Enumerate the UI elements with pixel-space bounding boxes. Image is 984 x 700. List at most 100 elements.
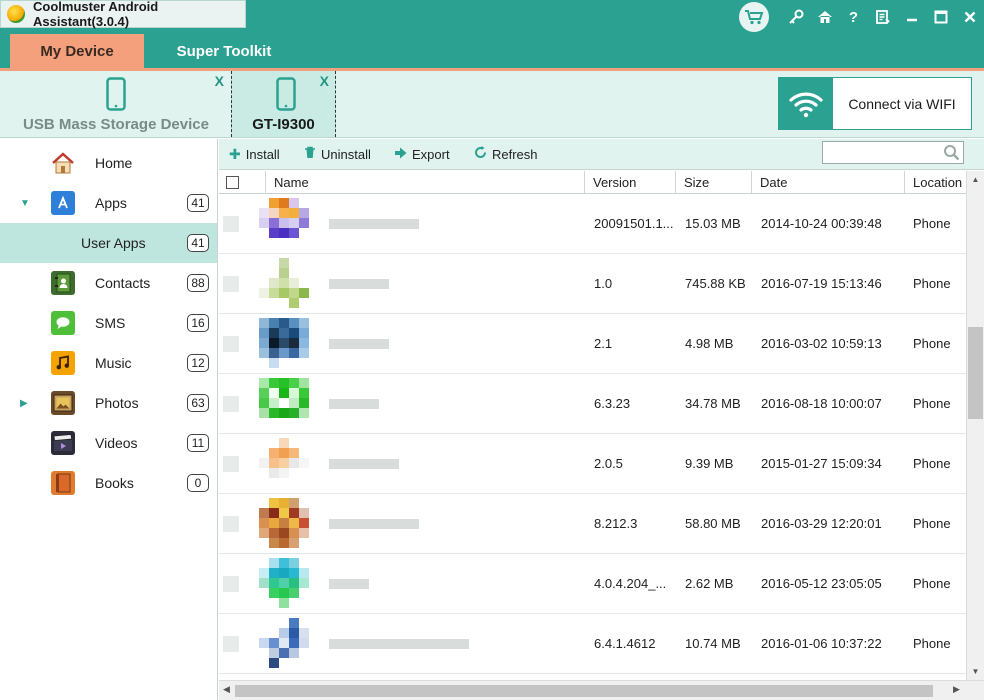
scroll-down-arrow-icon[interactable]: ▼ [967,667,984,676]
export-button[interactable]: Export [394,146,450,162]
apps-table: 20091501.1... 15.03 MB 2014-10-24 00:39:… [219,194,966,680]
table-row[interactable]: 4.0.4.204_... 2.62 MB 2016-05-12 23:05:0… [219,554,966,614]
app-name-blurred [329,614,579,674]
sidebar-item-home[interactable]: Home [0,143,217,183]
trash-icon [304,146,316,162]
row-checkbox[interactable] [223,554,239,614]
table-row[interactable]: 6.4.1.4612 10.74 MB 2016-01-06 10:37:22 … [219,614,966,674]
sidebar-item-user-apps[interactable]: User Apps 41 [0,223,217,263]
app-location: Phone [913,516,951,531]
row-checkbox[interactable] [223,614,239,674]
app-size: 34.78 MB [685,396,741,411]
column-header-version[interactable]: Version [584,171,675,194]
app-name-blurred [329,554,579,614]
contacts-icon [51,271,75,295]
column-header-location[interactable]: Location [904,171,966,194]
app-logo-icon [7,5,25,23]
app-name-blurred [329,314,579,374]
horizontal-scroll-thumb[interactable] [235,685,933,697]
videos-icon [51,431,75,455]
close-device-usb-icon[interactable]: X [215,73,224,89]
table-row[interactable]: 6.3.23 34.78 MB 2016-08-18 10:00:07 Phon… [219,374,966,434]
row-checkbox[interactable] [223,434,239,494]
app-icon [259,254,323,314]
sidebar-item-label: Apps [95,195,127,211]
tab-my-device[interactable]: My Device [10,34,144,68]
app-icon [259,434,323,494]
app-icon [259,614,323,674]
expanded-arrow-icon[interactable]: ▼ [20,198,30,209]
refresh-icon [474,146,487,162]
home-icon[interactable] [810,0,839,34]
music-icon [51,351,75,375]
vertical-scroll-thumb[interactable] [968,327,983,419]
row-checkbox[interactable] [223,374,239,434]
table-row[interactable]: 1.0 745.88 KB 2016-07-19 15:13:46 Phone [219,254,966,314]
apps-icon [51,191,75,215]
sidebar-item-label: Home [95,155,133,171]
select-all-checkbox[interactable] [219,171,265,194]
scroll-left-arrow-icon[interactable]: ◀ [223,684,230,695]
row-checkbox[interactable] [223,254,239,314]
feedback-icon[interactable] [868,0,897,34]
connect-via-wifi-button[interactable]: Connect via WIFI [778,77,972,130]
table-row[interactable]: 2.0.5 9.39 MB 2015-01-27 15:09:34 Phone [219,434,966,494]
sidebar-item-label: Contacts [95,275,151,291]
horizontal-scrollbar[interactable]: ◀ ▶ [219,680,984,700]
refresh-button[interactable]: Refresh [474,146,538,162]
app-version: 8.212.3 [594,516,638,531]
column-header-date[interactable]: Date [751,171,904,194]
row-checkbox[interactable] [223,494,239,554]
uninstall-button[interactable]: Uninstall [304,146,371,162]
scroll-right-arrow-icon[interactable]: ▶ [953,684,960,695]
help-icon[interactable]: ? [839,0,868,34]
app-toolbar: ✚ Install Uninstall Export Refresh [219,139,984,170]
app-version: 1.0 [594,276,613,291]
column-header-size[interactable]: Size [675,171,751,194]
window-title: Coolmuster Android Assistant(3.0.4) [33,0,159,29]
sidebar-item-apps[interactable]: ▼ Apps 41 [0,183,217,223]
export-label: Export [412,146,450,162]
scroll-up-arrow-icon[interactable]: ▲ [967,175,984,184]
cart-icon[interactable] [739,2,769,32]
table-row[interactable]: 8.212.3 58.80 MB 2016-03-29 12:20:01 Pho… [219,494,966,554]
app-location: Phone [913,576,951,591]
device-gt-i9300[interactable]: X GT-I9300 [231,71,336,137]
vertical-scrollbar[interactable]: ▲ ▼ [966,171,984,680]
column-header-name[interactable]: Name [265,171,584,194]
wifi-icon [779,78,833,129]
tab-super-toolkit[interactable]: Super Toolkit [150,34,298,68]
sidebar-item-contacts[interactable]: Contacts 88 [0,263,217,303]
sidebar-item-books[interactable]: Books 0 [0,463,217,503]
row-checkbox[interactable] [223,194,239,254]
device-usb-mass-storage[interactable]: X USB Mass Storage Device [0,71,228,137]
sidebar-item-music[interactable]: Music 12 [0,343,217,383]
app-name-blurred [329,374,579,434]
app-size: 745.88 KB [685,276,746,291]
collapsed-arrow-icon[interactable]: ▶ [20,398,28,409]
key-icon[interactable] [781,0,810,34]
app-date: 2015-01-27 15:09:34 [761,456,882,471]
app-date: 2016-05-12 23:05:05 [761,576,882,591]
table-row[interactable]: 20091501.1... 15.03 MB 2014-10-24 00:39:… [219,194,966,254]
app-icon [259,194,323,254]
window-title-box: Coolmuster Android Assistant(3.0.4) [0,0,246,29]
close-device-gt-icon[interactable]: X [320,73,329,89]
phone-icon [276,77,296,111]
maximize-icon[interactable] [926,0,955,34]
close-icon[interactable] [955,0,984,34]
search-icon[interactable] [943,144,980,164]
sidebar-item-photos[interactable]: ▶ Photos 63 [0,383,217,423]
sidebar-item-label: Music [95,355,132,371]
sidebar-item-videos[interactable]: Videos 11 [0,423,217,463]
app-date: 2016-03-02 10:59:13 [761,336,882,351]
install-button[interactable]: ✚ Install [229,146,280,163]
table-row[interactable]: 2.1 4.98 MB 2016-03-02 10:59:13 Phone [219,314,966,374]
sidebar-item-sms[interactable]: SMS 16 [0,303,217,343]
app-date: 2016-07-19 15:13:46 [761,276,882,291]
phone-icon [106,77,126,111]
minimize-icon[interactable] [897,0,926,34]
item-count-badge: 88 [187,274,209,292]
app-date: 2016-01-06 10:37:22 [761,636,882,651]
row-checkbox[interactable] [223,314,239,374]
